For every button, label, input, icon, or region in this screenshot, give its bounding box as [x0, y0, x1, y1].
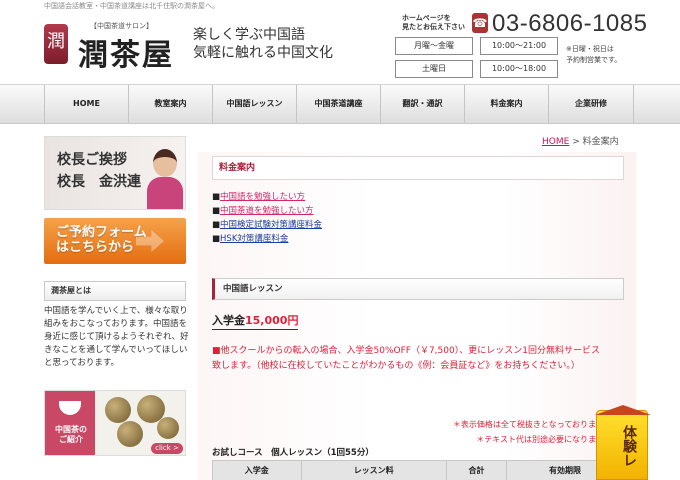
nav-item-chinese-lesson[interactable]: 中国語レッスン — [212, 85, 296, 123]
tea-intro-banner[interactable]: 中国茶の ご紹介 click > — [44, 390, 186, 456]
section-heading: 中国語レッスン — [212, 278, 624, 300]
tea-banner-line1: 中国茶の — [55, 425, 87, 434]
list-item: ■HSK対策講座料金 — [212, 232, 322, 246]
discount-line2: 致します。（他校に在校していたことがわかるもの《例：会員証など》をお持ちください… — [212, 361, 580, 371]
tea-click-button[interactable]: click > — [151, 443, 183, 454]
nav-item-pricing[interactable]: 料金案内 — [464, 85, 548, 123]
hours-note: ※日曜・祝日は 予約制営業です。 — [566, 44, 621, 66]
tea-flower-panel: 中国茶の ご紹介 — [45, 391, 95, 455]
entrance-fee-amount: 15,000円 — [245, 314, 299, 327]
entrance-fee: 入学金15,000円 — [212, 312, 299, 330]
principal-banner-line2: 校長 金洪連 — [57, 174, 141, 190]
nav-item-home[interactable]: HOME — [44, 85, 128, 123]
main-nav: HOME 教室案内 中国語レッスン 中国茶道講座 翻訳・通訳 料金案内 企業研修 — [0, 84, 680, 124]
price-notes: ＊表示価格は全て税抜きとなっております ＊テキスト代は別途必要になります — [453, 417, 604, 447]
hours-note-line2: 予約制営業です。 — [566, 56, 622, 64]
nav-item-tea-course[interactable]: 中国茶道講座 — [296, 85, 380, 123]
bullet-icon: ■ — [212, 220, 221, 230]
breadcrumb-current: 料金案内 — [582, 137, 619, 147]
contact-label-line2: 見たとお伝え下さい — [402, 23, 465, 31]
tea-ball-image — [105, 397, 131, 423]
breadcrumb-home-link[interactable]: HOME — [542, 137, 569, 147]
page-title: 料金案内 — [212, 156, 624, 180]
hours-note-line1: ※日曜・祝日は — [566, 45, 614, 53]
hours-row-weekday: 月曜〜金曜 10:00〜21:00 — [395, 37, 558, 55]
bullet-icon: ■ — [212, 192, 221, 202]
list-item: ■中国検定試験対策講座料金 — [212, 218, 322, 232]
portrait-body — [147, 177, 183, 209]
nav-item-corporate[interactable]: 企業研修 — [548, 85, 634, 123]
tagline-line2: 気軽に触れる中国文化 — [193, 45, 333, 61]
link-chinese-study[interactable]: 中国語を勉強したい方 — [220, 192, 305, 202]
reserve-banner-line1: ご予約フォーム — [56, 225, 147, 240]
tagline-line1: 楽しく学ぶ中国語 — [193, 27, 305, 43]
table-header: 合計 — [445, 460, 508, 480]
logo-mark[interactable]: 潤 — [44, 24, 68, 64]
hours-time: 10:00〜18:00 — [480, 60, 558, 78]
bullet-icon: ■ — [212, 234, 221, 244]
principal-banner-line1: 校長ご挨拶 — [57, 152, 127, 168]
hours-day: 月曜〜金曜 — [395, 37, 473, 55]
trial-course-table: 入学金 レッスン料 合計 有効期限 — [212, 460, 624, 480]
phone-number[interactable]: 03-6806-1085 — [492, 10, 647, 38]
teacup-icon — [59, 401, 81, 415]
link-tea-study[interactable]: 中国茶道を勉強したい方 — [220, 206, 314, 216]
list-item: ■中国茶道を勉強したい方 — [212, 204, 322, 218]
logo-name[interactable]: 潤茶屋 — [78, 30, 174, 74]
principal-greeting-banner[interactable]: 校長ご挨拶 校長 金洪連 — [44, 136, 186, 210]
hours-row-saturday: 土曜日 10:00〜18:00 — [395, 60, 558, 78]
entrance-fee-label: 入学金 — [212, 314, 245, 327]
trial-course-title: お試しコース 個人レッスン（1回55分） — [212, 448, 374, 458]
trial-lesson-tag[interactable]: 体験レ — [595, 405, 651, 480]
portrait-head — [153, 149, 177, 177]
price-note-textbook: ＊テキスト代は別途必要になります — [476, 435, 604, 444]
price-note-tax: ＊表示価格は全て税抜きとなっております — [452, 420, 604, 429]
trial-tag-text: 体験レ — [621, 425, 637, 467]
tea-ball-image — [157, 417, 179, 439]
link-exam-course-fee[interactable]: 中国検定試験対策講座料金 — [220, 220, 322, 230]
link-hsk-course-fee[interactable]: HSK対策講座料金 — [220, 234, 288, 244]
nav-item-school[interactable]: 教室案内 — [128, 85, 212, 123]
nav-item-translation[interactable]: 翻訳・通訳 — [380, 85, 464, 123]
about-heading: 潤茶屋とは — [44, 281, 186, 301]
bullet-icon: ■ — [212, 206, 221, 216]
phone-icon: ☎ — [472, 13, 488, 33]
breadcrumb-separator: > — [572, 137, 580, 147]
transfer-discount-notice: ■他スクールからの転入の場合、入学金50%OFF（￥7,500）、更にレッスン1… — [212, 344, 628, 374]
reservation-form-banner[interactable]: ご予約フォーム はこちらから — [44, 218, 186, 264]
pricing-links: ■中国語を勉強したい方 ■中国茶道を勉強したい方 ■中国検定試験対策講座料金 ■… — [212, 190, 322, 246]
table-header: レッスン料 — [300, 460, 447, 480]
tea-banner-line2: ご紹介 — [59, 435, 83, 444]
discount-line1: ■他スクールからの転入の場合、入学金50%OFF（￥7,500）、更にレッスン1… — [212, 346, 600, 356]
tea-ball-image — [117, 421, 143, 447]
principal-portrait — [145, 143, 183, 209]
business-hours: 月曜〜金曜 10:00〜21:00 土曜日 10:00〜18:00 — [395, 37, 558, 83]
table-header: 入学金 — [212, 460, 302, 480]
list-item: ■中国語を勉強したい方 — [212, 190, 322, 204]
table-header-row: 入学金 レッスン料 合計 有効期限 — [212, 460, 624, 480]
reserve-banner-line2: はこちらから — [56, 240, 135, 255]
tea-banner-label: 中国茶の ご紹介 — [48, 425, 94, 445]
hours-time: 10:00〜21:00 — [480, 37, 558, 55]
tagline: 楽しく学ぶ中国語 気軽に触れる中国文化 — [193, 26, 333, 62]
hours-day: 土曜日 — [395, 60, 473, 78]
contact-label-line1: ホームページを — [402, 14, 451, 22]
contact-label: ホームページを 見たとお伝え下さい — [402, 14, 465, 32]
about-text: 中国語を学んでいく上で、様々な取り組みをおこなっております。中国語を身近に感じて… — [44, 306, 189, 368]
breadcrumb: HOME > 料金案内 — [542, 134, 619, 147]
